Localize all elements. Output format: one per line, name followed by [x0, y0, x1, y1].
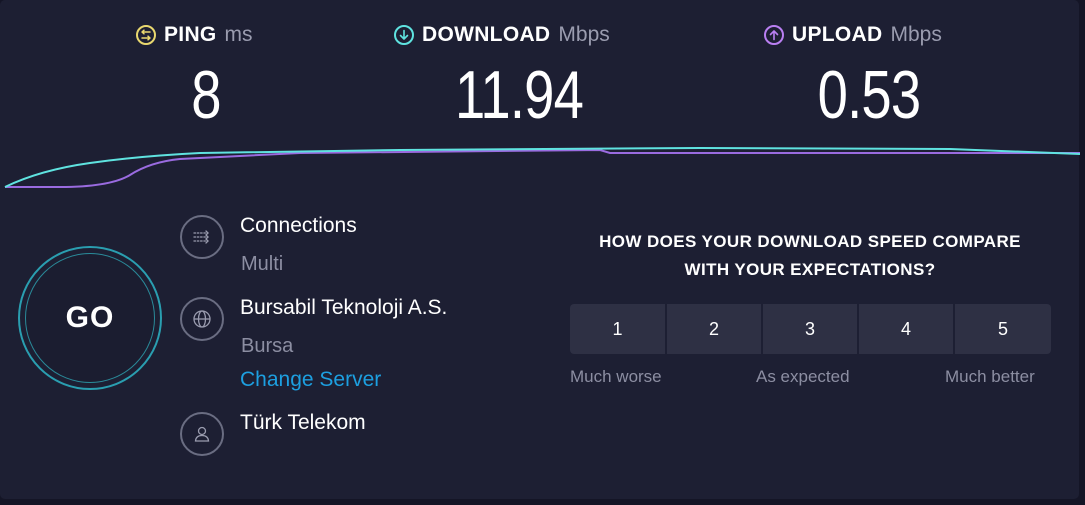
upload-metric: UPLOAD Mbps 0.53 [764, 20, 974, 133]
rating-option-4[interactable]: 4 [859, 304, 953, 354]
download-header: DOWNLOAD Mbps [394, 20, 644, 50]
connections-icon[interactable] [180, 215, 224, 259]
survey-question-line1: HOW DOES YOUR DOWNLOAD SPEED COMPARE [599, 232, 1021, 251]
connections-mode[interactable]: Multi [241, 253, 283, 276]
user-icon [180, 412, 224, 456]
server-location: Bursa [241, 335, 294, 357]
change-server-link[interactable]: Change Server [240, 368, 381, 392]
scale-high-label: Much better [945, 367, 1035, 386]
rating-scale: 1 2 3 4 5 [570, 304, 1051, 354]
speed-graph [4, 146, 1080, 188]
rating-option-3[interactable]: 3 [763, 304, 857, 354]
go-button[interactable]: GO [25, 253, 155, 383]
upload-value: 0.53 [817, 57, 921, 133]
ping-label: PING [164, 23, 217, 46]
upload-unit: Mbps [890, 23, 942, 46]
ping-value: 8 [191, 57, 221, 133]
ping-icon [136, 25, 156, 45]
connections-title: Connections [240, 214, 357, 237]
download-metric: DOWNLOAD Mbps 11.94 [394, 20, 644, 133]
survey-question-line2: WITH YOUR EXPECTATIONS? [684, 260, 936, 279]
upload-label: UPLOAD [792, 23, 883, 46]
ping-header: PING ms [136, 20, 276, 50]
ping-unit: ms [224, 23, 253, 46]
speedtest-panel: PING ms 8 DOWNLOAD Mbps 11.94 UPLOAD Mbp… [0, 0, 1080, 499]
download-value: 11.94 [454, 57, 584, 133]
go-label: GO [65, 301, 115, 334]
ping-metric: PING ms 8 [136, 20, 276, 133]
upload-header: UPLOAD Mbps [764, 20, 974, 50]
survey-question: HOW DOES YOUR DOWNLOAD SPEED COMPARE WIT… [560, 228, 1060, 284]
download-label: DOWNLOAD [422, 23, 551, 46]
download-unit: Mbps [558, 23, 610, 46]
upload-arrow-icon [764, 25, 784, 45]
rating-option-1[interactable]: 1 [570, 304, 665, 354]
isp-name: Türk Telekom [240, 411, 366, 434]
rating-option-2[interactable]: 2 [667, 304, 761, 354]
rating-option-5[interactable]: 5 [955, 304, 1051, 354]
scale-low-label: Much worse [570, 367, 662, 386]
scale-mid-label: As expected [756, 367, 850, 386]
globe-icon [180, 297, 224, 341]
go-button-wrap: GO [18, 246, 162, 390]
download-arrow-icon [394, 25, 414, 45]
server-name: Bursabil Teknoloji A.S. [240, 296, 448, 319]
